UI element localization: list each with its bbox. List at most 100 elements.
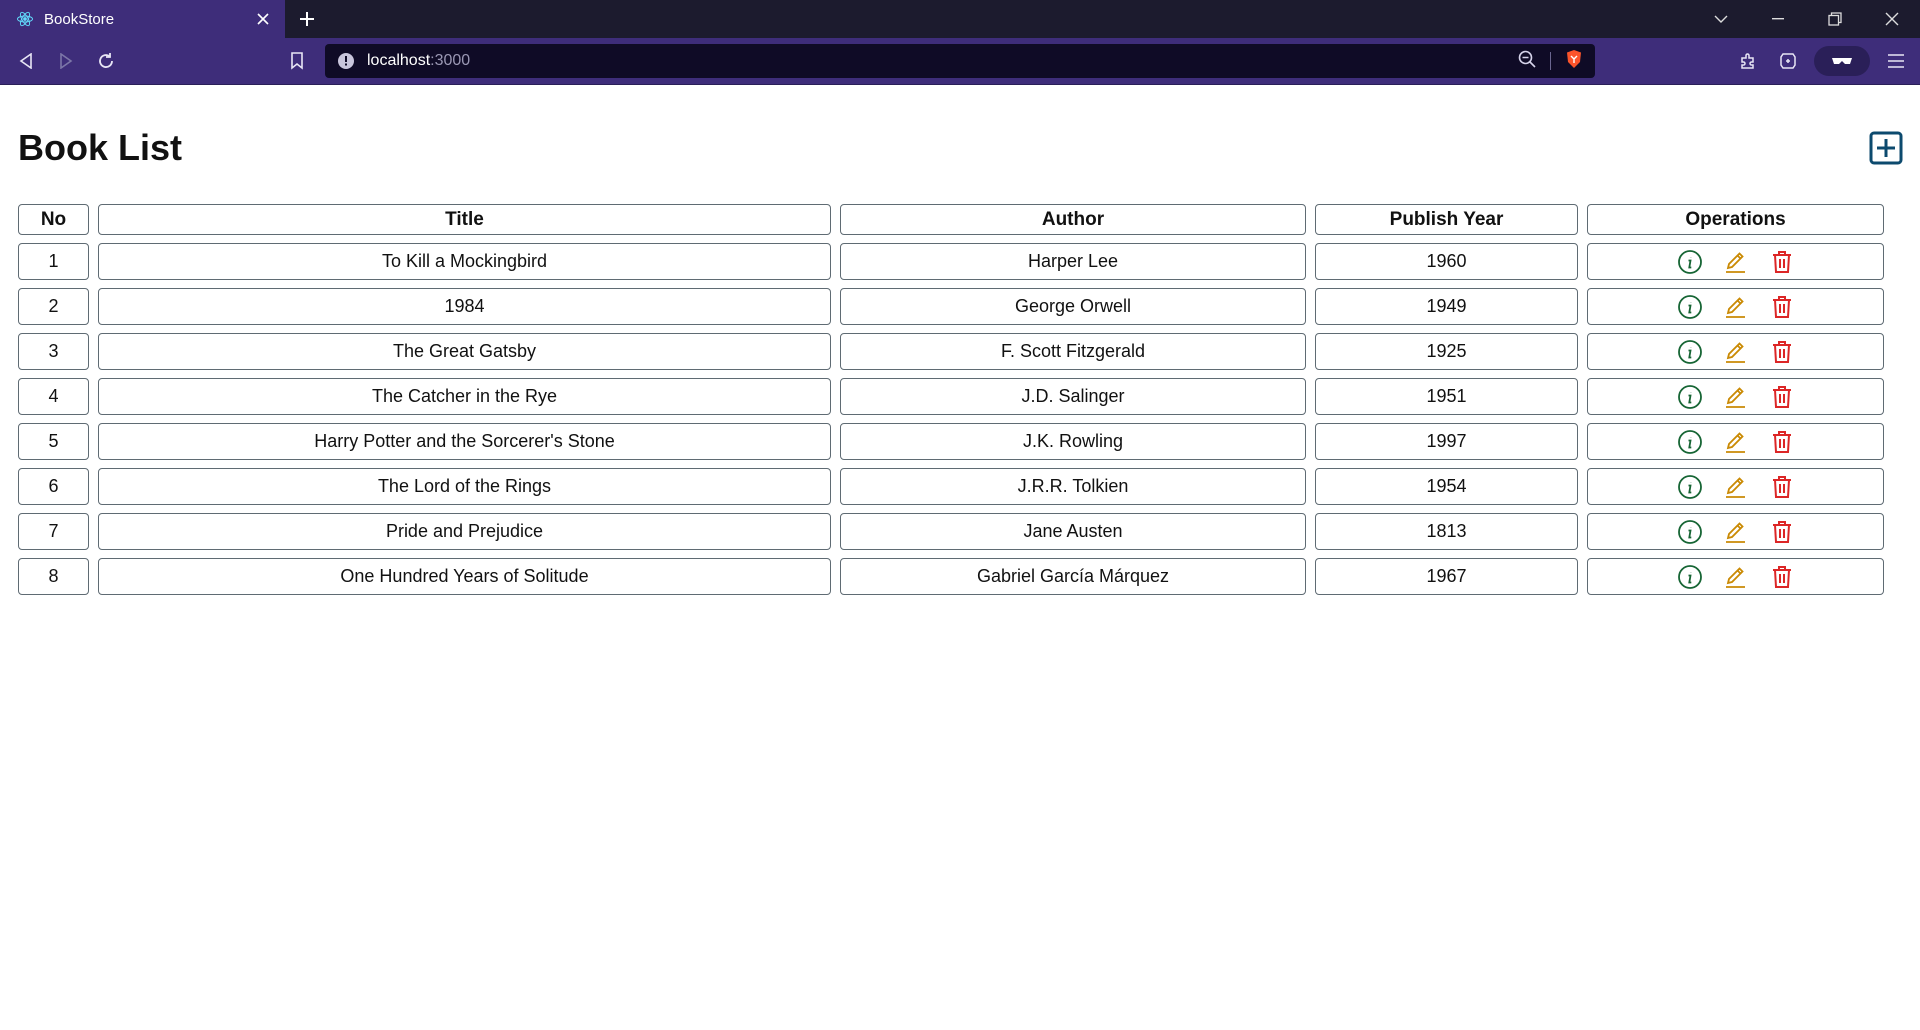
site-info-icon[interactable] bbox=[337, 52, 355, 70]
cell-publish-year: 1997 bbox=[1315, 423, 1578, 460]
window-controls bbox=[1692, 0, 1920, 38]
info-circle-icon[interactable] bbox=[1677, 474, 1703, 500]
cell-author: J.D. Salinger bbox=[840, 378, 1306, 415]
address-bar[interactable]: localhost:3000 bbox=[325, 44, 1595, 78]
cell-no: 6 bbox=[18, 468, 89, 505]
url-text: localhost:3000 bbox=[367, 52, 1518, 70]
reload-icon[interactable] bbox=[86, 41, 126, 81]
leo-ai-icon[interactable] bbox=[1768, 41, 1808, 81]
trash-icon[interactable] bbox=[1769, 429, 1795, 455]
trash-icon[interactable] bbox=[1769, 294, 1795, 320]
header-no: No bbox=[18, 204, 89, 235]
tab-title: BookStore bbox=[44, 10, 115, 28]
cell-publish-year: 1967 bbox=[1315, 558, 1578, 595]
info-circle-icon[interactable] bbox=[1677, 384, 1703, 410]
cell-title: The Great Gatsby bbox=[98, 333, 831, 370]
cell-author: Jane Austen bbox=[840, 513, 1306, 550]
cell-operations bbox=[1587, 243, 1884, 280]
new-tab-button[interactable] bbox=[285, 0, 329, 38]
cell-title: To Kill a Mockingbird bbox=[98, 243, 831, 280]
pencil-icon[interactable] bbox=[1723, 339, 1749, 365]
trash-icon[interactable] bbox=[1769, 564, 1795, 590]
cell-title: Harry Potter and the Sorcerer's Stone bbox=[98, 423, 831, 460]
cell-operations bbox=[1587, 513, 1884, 550]
table-row: 8 One Hundred Years of Solitude Gabriel Ga… bbox=[18, 558, 1884, 595]
operations-group bbox=[1589, 564, 1882, 590]
pencil-icon[interactable] bbox=[1723, 519, 1749, 545]
header-publish-year: Publish Year bbox=[1315, 204, 1578, 235]
cell-operations bbox=[1587, 378, 1884, 415]
cell-title: Pride and Prejudice bbox=[98, 513, 831, 550]
close-window-icon[interactable] bbox=[1863, 0, 1920, 38]
cell-author: Gabriel García Márquez bbox=[840, 558, 1306, 595]
operations-group bbox=[1589, 339, 1882, 365]
cell-operations bbox=[1587, 423, 1884, 460]
zoom-out-icon[interactable] bbox=[1518, 50, 1536, 73]
pencil-icon[interactable] bbox=[1723, 474, 1749, 500]
table-row: 5 Harry Potter and the Sorcerer's Stone J.… bbox=[18, 423, 1884, 460]
trash-icon[interactable] bbox=[1769, 384, 1795, 410]
cell-operations bbox=[1587, 288, 1884, 325]
cell-operations bbox=[1587, 558, 1884, 595]
header-author: Author bbox=[840, 204, 1306, 235]
cell-no: 5 bbox=[18, 423, 89, 460]
restore-icon[interactable] bbox=[1806, 0, 1863, 38]
info-circle-icon[interactable] bbox=[1677, 429, 1703, 455]
table-row: 1 To Kill a Mockingbird Harper Lee 1960 bbox=[18, 243, 1884, 280]
operations-group bbox=[1589, 474, 1882, 500]
url-port: :3000 bbox=[430, 52, 471, 69]
close-tab-icon[interactable] bbox=[253, 9, 273, 29]
menu-icon[interactable] bbox=[1876, 41, 1916, 81]
table-row: 4 The Catcher in the Rye J.D. Salinger 1951 bbox=[18, 378, 1884, 415]
browser-tab[interactable]: BookStore bbox=[0, 0, 285, 38]
trash-icon[interactable] bbox=[1769, 339, 1795, 365]
pencil-icon[interactable] bbox=[1723, 429, 1749, 455]
info-circle-icon[interactable] bbox=[1677, 519, 1703, 545]
tab-list-chevron-icon[interactable] bbox=[1692, 0, 1749, 38]
pencil-icon[interactable] bbox=[1723, 249, 1749, 275]
operations-group bbox=[1589, 519, 1882, 545]
header-title: Title bbox=[98, 204, 831, 235]
cell-author: J.K. Rowling bbox=[840, 423, 1306, 460]
pencil-icon[interactable] bbox=[1723, 384, 1749, 410]
operations-group bbox=[1589, 249, 1882, 275]
trash-icon[interactable] bbox=[1769, 474, 1795, 500]
brave-shield-icon[interactable] bbox=[1565, 49, 1583, 74]
cell-publish-year: 1949 bbox=[1315, 288, 1578, 325]
extensions-icon[interactable] bbox=[1728, 41, 1768, 81]
cell-title: The Lord of the Rings bbox=[98, 468, 831, 505]
browser-tab-strip: BookStore bbox=[0, 0, 1920, 38]
minimize-icon[interactable] bbox=[1749, 0, 1806, 38]
info-circle-icon[interactable] bbox=[1677, 564, 1703, 590]
pencil-icon[interactable] bbox=[1723, 564, 1749, 590]
plus-square-icon[interactable] bbox=[1868, 130, 1904, 166]
cell-publish-year: 1925 bbox=[1315, 333, 1578, 370]
url-host: localhost bbox=[367, 52, 431, 69]
page-header: Book List bbox=[18, 85, 1904, 181]
cell-publish-year: 1954 bbox=[1315, 468, 1578, 505]
books-table: No Title Author Publish Year Operations … bbox=[9, 196, 1893, 603]
trash-icon[interactable] bbox=[1769, 249, 1795, 275]
info-circle-icon[interactable] bbox=[1677, 249, 1703, 275]
cell-no: 7 bbox=[18, 513, 89, 550]
header-operations: Operations bbox=[1587, 204, 1884, 235]
operations-group bbox=[1589, 429, 1882, 455]
info-circle-icon[interactable] bbox=[1677, 294, 1703, 320]
cell-no: 1 bbox=[18, 243, 89, 280]
info-circle-icon[interactable] bbox=[1677, 339, 1703, 365]
page-title: Book List bbox=[18, 127, 183, 168]
vpn-profile-button[interactable] bbox=[1814, 46, 1870, 76]
forward-icon[interactable] bbox=[46, 41, 86, 81]
cell-author: F. Scott Fitzgerald bbox=[840, 333, 1306, 370]
cell-title: 1984 bbox=[98, 288, 831, 325]
cell-publish-year: 1951 bbox=[1315, 378, 1578, 415]
operations-group bbox=[1589, 294, 1882, 320]
cell-no: 4 bbox=[18, 378, 89, 415]
trash-icon[interactable] bbox=[1769, 519, 1795, 545]
bookmark-icon[interactable] bbox=[277, 41, 317, 81]
back-icon[interactable] bbox=[6, 41, 46, 81]
cell-author: J.R.R. Tolkien bbox=[840, 468, 1306, 505]
pencil-icon[interactable] bbox=[1723, 294, 1749, 320]
table-header-row: No Title Author Publish Year Operations bbox=[18, 204, 1884, 235]
cell-title: The Catcher in the Rye bbox=[98, 378, 831, 415]
